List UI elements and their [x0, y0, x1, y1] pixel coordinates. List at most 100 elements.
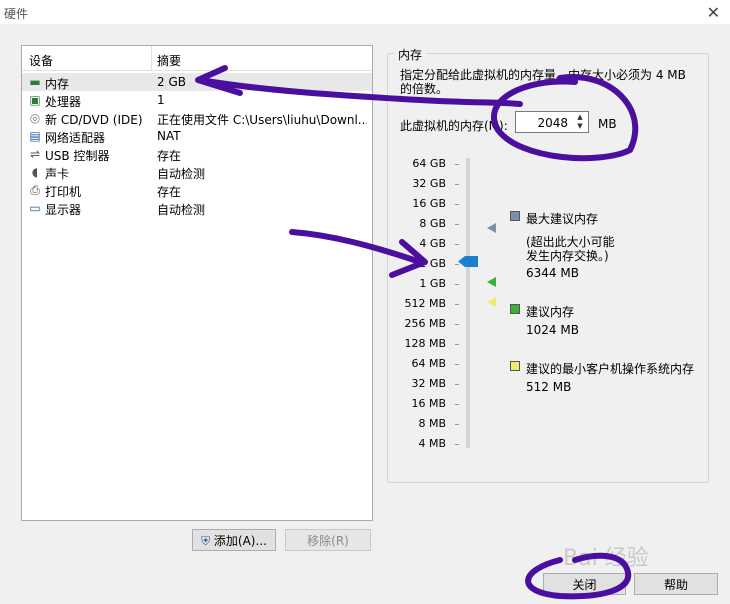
max-recommended-note-line2: 发生内存交换。): [526, 249, 609, 263]
memory-scale-tick: [455, 224, 459, 225]
memory-scale-label: 8 MB: [418, 417, 446, 430]
memory-scale-label: 16 GB: [412, 197, 446, 210]
memory-size-value: 2048: [537, 116, 568, 130]
device-name: 新 CD/DVD (IDE): [45, 113, 143, 127]
sound-card-icon: ◖: [31, 165, 39, 179]
device-summary: 1: [157, 93, 165, 107]
device-name: 处理器: [45, 95, 82, 109]
memory-scale-label: 2 GB: [419, 257, 446, 270]
memory-scale-tick: [455, 404, 459, 405]
memory-scale-tick: [455, 424, 459, 425]
printer-icon: ⎙: [30, 183, 40, 197]
column-header-summary[interactable]: 摘要: [157, 52, 181, 69]
memory-scale-tick: [455, 304, 459, 305]
memory-field-label: 此虚拟机的内存(M):: [400, 119, 508, 133]
memory-scale-label: 32 GB: [412, 177, 446, 190]
max-recommended-marker-icon: [487, 223, 496, 233]
close-button-label: 关闭: [572, 578, 597, 592]
memory-scale-label: 4 GB: [419, 237, 446, 250]
add-button-label: 添加(A)...: [213, 534, 267, 548]
memory-size-input[interactable]: 2048 ▲ ▼: [515, 111, 589, 133]
device-row-sound-card[interactable]: ◖ 声卡 自动检测: [22, 163, 372, 181]
memory-scale-tick: [455, 344, 459, 345]
device-list-header: 设备 摘要: [22, 46, 372, 71]
memory-scale-tick: [455, 264, 459, 265]
device-summary: 存在: [157, 185, 182, 199]
device-row-network-adapter[interactable]: ▤ 网络适配器 NAT: [22, 127, 372, 145]
memory-icon: ▬: [29, 75, 41, 89]
min-recommended-legend-icon: [510, 361, 520, 371]
memory-scale-tick: [455, 324, 459, 325]
memory-scale-label: 64 MB: [411, 357, 446, 370]
min-recommended-value: 512 MB: [526, 380, 572, 394]
memory-group-label: 内存: [394, 46, 427, 63]
memory-scale-tick: [455, 384, 459, 385]
device-name: 打印机: [45, 185, 82, 199]
memory-scale-tick: [455, 284, 459, 285]
remove-button-label: 移除(R): [307, 534, 349, 548]
memory-scale-tick: [455, 244, 459, 245]
device-name: USB 控制器: [45, 149, 110, 163]
device-summary: 自动检测: [157, 203, 206, 217]
max-recommended-title: 最大建议内存: [526, 212, 599, 226]
memory-scale-label: 64 GB: [412, 157, 446, 170]
help-button[interactable]: 帮助: [634, 573, 718, 595]
recommended-legend-icon: [510, 304, 520, 314]
device-name: 网络适配器: [45, 131, 106, 145]
min-recommended-title: 建议的最小客户机操作系统内存: [526, 362, 695, 376]
memory-slider-track[interactable]: [466, 158, 470, 448]
display-icon: ▭: [29, 201, 41, 215]
device-row-processor[interactable]: ▣ 处理器 1: [22, 91, 372, 109]
cd-dvd-icon: ◎: [29, 111, 41, 125]
column-separator: [151, 46, 152, 70]
max-recommended-value: 6344 MB: [526, 266, 579, 280]
device-row-printer[interactable]: ⎙ 打印机 存在: [22, 181, 372, 199]
add-hardware-button[interactable]: ⛨ 添加(A)...: [192, 529, 276, 551]
memory-spinner[interactable]: ▲ ▼: [573, 113, 587, 131]
close-button[interactable]: 关闭: [543, 573, 626, 595]
memory-scale-label: 32 MB: [411, 377, 446, 390]
network-adapter-icon: ▤: [29, 129, 41, 143]
device-name: 声卡: [45, 167, 70, 181]
memory-scale-tick: [455, 164, 459, 165]
close-icon[interactable]: ✕: [707, 3, 720, 22]
title-bar: 硬件 ✕: [0, 0, 730, 24]
min-recommended-marker-icon: [487, 297, 496, 307]
memory-scale-label: 16 MB: [411, 397, 446, 410]
device-row-memory[interactable]: ▬ 内存 2 GB: [22, 73, 372, 91]
memory-scale-tick: [455, 204, 459, 205]
device-summary: 2 GB: [157, 75, 186, 89]
device-summary: 存在: [157, 149, 182, 163]
memory-scale-label: 128 MB: [404, 337, 446, 350]
help-button-label: 帮助: [663, 578, 688, 592]
shield-icon: ⛨: [201, 534, 211, 548]
memory-scale-tick: [455, 184, 459, 185]
recommended-title: 建议内存: [526, 305, 575, 319]
memory-scale-tick: [455, 364, 459, 365]
device-name: 显示器: [45, 203, 82, 217]
processor-icon: ▣: [29, 93, 41, 107]
memory-unit: MB: [598, 117, 617, 131]
device-list[interactable]: 设备 摘要 ▬ 内存 2 GB ▣ 处理器 1 ◎ 新 CD/DVD (IDE)…: [21, 45, 373, 521]
device-row-cd-dvd[interactable]: ◎ 新 CD/DVD (IDE) 正在使用文件 C:\Users\liuhu\D…: [22, 109, 372, 127]
memory-scale-label: 512 MB: [404, 297, 446, 310]
memory-scale-label: 4 MB: [418, 437, 446, 450]
device-row-usb-controller[interactable]: ⇌ USB 控制器 存在: [22, 145, 372, 163]
recommended-marker-icon: [487, 277, 496, 287]
memory-description: 指定分配给此虚拟机的内存量。内存大小必须为 4 MB 的倍数。: [400, 68, 686, 96]
usb-icon: ⇌: [29, 147, 41, 161]
max-recommended-legend-icon: [510, 211, 520, 221]
device-name: 内存: [45, 77, 70, 91]
remove-hardware-button[interactable]: 移除(R): [285, 529, 371, 551]
device-summary: 正在使用文件 C:\Users\liuhu\Downl...: [157, 113, 367, 127]
spin-up-icon[interactable]: ▲: [573, 113, 587, 122]
memory-scale-label: 1 GB: [419, 277, 446, 290]
recommended-value: 1024 MB: [526, 323, 579, 337]
device-summary: 自动检测: [157, 167, 206, 181]
memory-scale-label: 256 MB: [404, 317, 446, 330]
spin-down-icon[interactable]: ▼: [573, 122, 587, 131]
device-row-display[interactable]: ▭ 显示器 自动检测: [22, 199, 372, 217]
memory-scale-label: 8 GB: [419, 217, 446, 230]
column-header-device[interactable]: 设备: [29, 52, 53, 69]
watermark: Bai 经验: [563, 546, 649, 571]
